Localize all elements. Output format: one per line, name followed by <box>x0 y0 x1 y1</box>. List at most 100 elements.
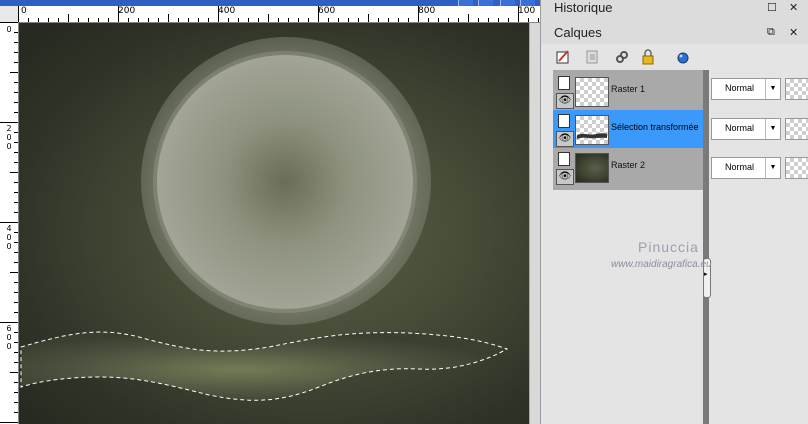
ruler-tick <box>14 102 18 103</box>
ruler-tick <box>418 6 419 22</box>
ruler-tick <box>14 382 18 383</box>
ruler-tick <box>308 18 309 22</box>
blend-mode-select[interactable]: Normal ▼ <box>711 157 781 179</box>
layer-thumbnail <box>575 153 609 183</box>
eye-icon[interactable]: 👁 <box>556 131 574 147</box>
eye-icon[interactable]: 👁 <box>556 93 574 109</box>
layer-type-icon <box>558 76 570 90</box>
layer-type-icon <box>558 114 570 128</box>
ruler-tick <box>0 222 18 223</box>
ruler-tick <box>208 18 209 22</box>
ruler-tick <box>78 18 79 22</box>
ruler-tick <box>14 132 18 133</box>
ruler-tick <box>248 18 249 22</box>
blend-mode-value: Normal <box>725 123 755 133</box>
blend-mode-select[interactable]: Normal ▼ <box>711 78 781 100</box>
ruler-tick <box>438 18 439 22</box>
vertical-ruler[interactable]: 0 2 0 0 4 0 0 6 0 0 <box>0 22 19 424</box>
ruler-tick <box>408 18 409 22</box>
history-panel-title: Historique <box>554 0 613 15</box>
ruler-tick <box>48 18 49 22</box>
ruler-tick <box>14 252 18 253</box>
layer-row-raster-1[interactable]: 👁 Raster 1 <box>553 72 703 110</box>
ruler-tick <box>14 32 18 33</box>
ruler-tick <box>14 292 18 293</box>
watermark-site: www.maidiragrafica.eu <box>611 259 712 270</box>
ruler-tick <box>508 18 509 22</box>
dropdown-arrow-icon[interactable]: ▼ <box>765 158 780 178</box>
new-layer-icon[interactable] <box>554 48 572 66</box>
layers-panel-header[interactable]: Calques ⧉ ✕ <box>541 22 808 44</box>
ruler-tick <box>358 18 359 22</box>
link-icon[interactable] <box>613 48 631 66</box>
ruler-tick <box>98 18 99 22</box>
expand-arrow-icon[interactable]: ▸ <box>704 270 708 278</box>
layer-name: Raster 1 <box>611 84 646 94</box>
history-panel-header[interactable]: Historique ☐ ✕ <box>541 0 808 22</box>
ruler-tick <box>148 18 149 22</box>
ruler-tick <box>188 18 189 22</box>
ruler-tick <box>14 342 18 343</box>
ruler-tick <box>468 14 469 22</box>
ruler-tick <box>108 18 109 22</box>
ruler-tick <box>448 18 449 22</box>
image-canvas[interactable] <box>19 23 529 424</box>
right-panel: Historique ☐ ✕ Calques ⧉ ✕ 👁 Raster 1 👁 … <box>540 0 808 424</box>
ruler-tick <box>14 162 18 163</box>
close-icon[interactable]: ✕ <box>789 26 798 39</box>
ruler-label: 0 <box>6 25 12 34</box>
transformed-selection[interactable] <box>19 325 529 415</box>
ruler-tick <box>14 392 18 393</box>
layer-properties-icon[interactable] <box>674 48 692 66</box>
opacity-swatch[interactable] <box>785 78 808 100</box>
ruler-tick <box>14 312 18 313</box>
ruler-tick <box>388 18 389 22</box>
ruler-tick <box>0 422 18 423</box>
layer-type-icon <box>558 152 570 166</box>
canvas-vertical-scrollbar[interactable] <box>529 23 540 424</box>
ruler-label: 100 <box>518 6 536 16</box>
ruler-tick <box>178 18 179 22</box>
dropdown-arrow-icon[interactable]: ▼ <box>765 79 780 99</box>
ruler-tick <box>14 262 18 263</box>
ruler-label: 2 0 0 <box>6 124 12 151</box>
layers-panel-title: Calques <box>554 25 602 40</box>
layer-row-selection-transformee[interactable]: 👁 Sélection transformée <box>553 110 703 148</box>
ruler-tick <box>14 152 18 153</box>
ruler-label: 400 <box>218 6 236 16</box>
close-icon[interactable]: ✕ <box>789 1 798 14</box>
ruler-tick <box>14 52 18 53</box>
dropdown-arrow-icon[interactable]: ▼ <box>765 119 780 139</box>
ruler-tick <box>118 6 119 22</box>
float-icon[interactable]: ⧉ <box>767 26 775 39</box>
ruler-tick <box>10 372 18 373</box>
panel-splitter[interactable] <box>703 70 709 424</box>
ruler-tick <box>428 18 429 22</box>
ruler-tick <box>14 282 18 283</box>
new-mask-icon[interactable] <box>583 48 601 66</box>
ruler-tick <box>398 18 399 22</box>
ruler-label: 600 <box>318 6 336 16</box>
horizontal-ruler[interactable]: 0 200 400 600 800 100 <box>18 6 540 23</box>
ruler-tick <box>318 6 319 22</box>
ruler-tick <box>0 322 18 323</box>
ruler-tick <box>0 22 18 23</box>
lock-icon[interactable] <box>639 48 657 66</box>
ruler-tick <box>328 18 329 22</box>
layer-row-raster-2[interactable]: 👁 Raster 2 <box>553 148 703 186</box>
ruler-tick <box>238 18 239 22</box>
eye-icon[interactable]: 👁 <box>556 169 574 185</box>
ruler-label: 200 <box>118 6 136 16</box>
ruler-tick <box>0 122 18 123</box>
ruler-label: 0 <box>21 6 27 16</box>
ruler-tick <box>58 18 59 22</box>
ruler-tick <box>368 14 369 22</box>
opacity-swatch[interactable] <box>785 118 808 140</box>
blend-mode-select[interactable]: Normal ▼ <box>711 118 781 140</box>
ruler-tick <box>14 182 18 183</box>
ruler-tick <box>298 18 299 22</box>
layers-toolbar <box>541 44 808 70</box>
ruler-tick <box>218 6 219 22</box>
opacity-swatch[interactable] <box>785 157 808 179</box>
maximize-icon[interactable]: ☐ <box>767 1 777 14</box>
